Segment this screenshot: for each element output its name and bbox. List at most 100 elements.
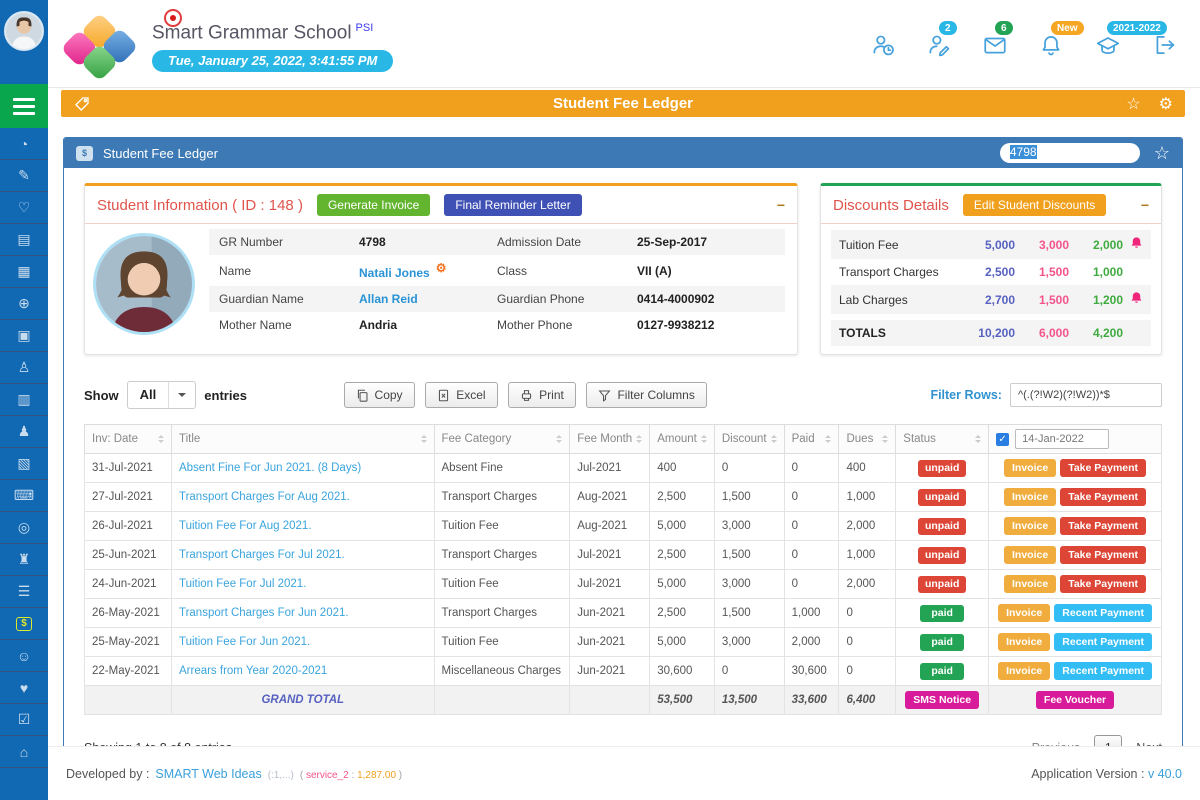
take-payment-button[interactable]: Take Payment [1060,488,1146,506]
user-avatar[interactable] [4,11,44,51]
sidebar-item-student-admission[interactable]: ✎ [0,160,48,192]
recent-payment-button[interactable]: Recent Payment [1054,604,1152,622]
take-payment-button[interactable]: Take Payment [1060,459,1146,477]
totals-net: 4,200 [1069,326,1123,340]
sidebar-item-alumni[interactable]: ⌂ [0,736,48,768]
take-payment-button[interactable]: Take Payment [1060,517,1146,535]
session-icon[interactable]: 2021-2022 [1094,32,1122,58]
sidebar-item-staff[interactable]: ♟ [0,416,48,448]
recent-payment-button[interactable]: Recent Payment [1054,662,1152,680]
sort-arrows-icon[interactable] [771,432,777,446]
fee-title-link[interactable]: Arrears from Year 2020-2021 [179,665,327,677]
invoice-button[interactable]: Invoice [1004,488,1056,506]
sidebar-item-gallery[interactable]: ▧ [0,448,48,480]
cell-amount: 400 [650,454,715,483]
page-size-select[interactable]: All [127,381,197,409]
sidebar-item-computer-lab[interactable]: ⌨ [0,480,48,512]
notifications-bell-icon[interactable]: New [1038,32,1064,58]
sort-arrows-icon[interactable] [975,432,981,446]
copy-button[interactable]: Copy [344,382,415,408]
sidebar-item-health-card[interactable]: ♥ [0,672,48,704]
column-header-status[interactable]: Status [896,425,989,454]
sidebar-item-dashboard[interactable]: ◔ [0,128,48,160]
student-info-grid: GR Number4798Admission Date25-Sep-2017Na… [209,229,785,338]
invoice-button[interactable]: Invoice [1004,575,1056,593]
developer-link[interactable]: SMART Web Ideas [155,767,261,781]
take-payment-button[interactable]: Take Payment [1060,546,1146,564]
fee-title-link[interactable]: Tuition Fee For Jul 2021. [179,578,306,590]
date-filter-checkbox[interactable]: ✓ [996,433,1009,446]
invoice-button[interactable]: Invoice [998,662,1050,680]
filter-columns-button[interactable]: Filter Columns [586,382,706,408]
sort-arrows-icon[interactable] [701,432,707,446]
column-header-dues[interactable]: Dues [839,425,896,454]
filter-rows-input[interactable] [1010,383,1162,407]
fee-title-link[interactable]: Tuition Fee For Aug 2021. [179,520,312,532]
sidebar-item-attendance[interactable]: ▥ [0,384,48,416]
logout-icon[interactable] [1152,32,1178,58]
fee-title-link[interactable]: Tuition Fee For Jun 2021. [179,636,310,648]
collapse-student-card-button[interactable]: − [777,197,785,213]
column-header-inv-date[interactable]: Inv: Date [85,425,172,454]
sort-arrows-icon[interactable] [556,432,562,446]
column-header-paid[interactable]: Paid [784,425,839,454]
sidebar-item-website[interactable]: ⊕ [0,288,48,320]
settings-gears-icon[interactable]: ⚙ [1159,94,1173,114]
favorite-star-icon[interactable]: ☆ [1126,94,1140,114]
invoice-button[interactable]: Invoice [1004,546,1056,564]
column-header-amount[interactable]: Amount [650,425,715,454]
enquiry-icon[interactable]: 2 [926,32,952,58]
visitor-log-icon[interactable] [870,32,896,58]
invoice-button[interactable]: Invoice [1004,459,1056,477]
sort-arrows-icon[interactable] [158,432,164,446]
invoice-button[interactable]: Invoice [998,633,1050,651]
take-payment-button[interactable]: Take Payment [1060,575,1146,593]
sidebar-item-tasks[interactable]: ☑ [0,704,48,736]
generate-invoice-button[interactable]: Generate Invoice [317,194,430,216]
collapse-discounts-card-button[interactable]: − [1141,197,1149,213]
sidebar-item-accounts[interactable]: ◎ [0,512,48,544]
sort-arrows-icon[interactable] [882,432,888,446]
sms-notice-button[interactable]: SMS Notice [905,691,979,709]
discount-bell-icon[interactable] [1123,291,1143,308]
student-search-input[interactable]: 4798 [1000,143,1140,163]
fee-title-link[interactable]: Transport Charges For Jul 2021. [179,549,345,561]
sidebar-item-library[interactable]: ☰ [0,576,48,608]
fee-title-link[interactable]: Transport Charges For Aug 2021. [179,491,350,503]
column-header-fee-category[interactable]: Fee Category [434,425,570,454]
date-filter-input[interactable] [1015,429,1109,449]
fee-title-link[interactable]: Transport Charges For Jun 2021. [179,607,349,619]
header-icons: 2 6 New 2021-2022 [870,32,1178,58]
field-value[interactable]: Allan Reid [359,292,497,306]
menu-toggle-button[interactable] [0,84,48,128]
sidebar-item-campus[interactable]: ♜ [0,544,48,576]
sort-arrows-icon[interactable] [825,432,831,446]
discount-bell-icon[interactable] [1123,236,1143,253]
sidebar-item-support[interactable]: ☺ [0,640,48,672]
field-value[interactable]: Natali Jones⚙ [359,261,497,280]
final-reminder-button[interactable]: Final Reminder Letter [444,194,581,216]
edit-discounts-button[interactable]: Edit Student Discounts [963,194,1106,216]
panel-star-icon[interactable]: ☆ [1154,143,1170,164]
print-button[interactable]: Print [508,382,576,408]
invoice-button[interactable]: Invoice [1004,517,1056,535]
column-header-title[interactable]: Title [171,425,434,454]
sidebar-item-fee-ledger[interactable]: $ [0,608,48,640]
messages-icon[interactable]: 6 [982,32,1008,58]
fee-voucher-button[interactable]: Fee Voucher [1036,691,1114,709]
sidebar-item-health[interactable]: ♡ [0,192,48,224]
sort-arrows-icon[interactable] [636,432,642,446]
sidebar-item-fee-collection[interactable]: ▤ [0,224,48,256]
recent-payment-button[interactable]: Recent Payment [1054,633,1152,651]
sort-arrows-icon[interactable] [421,432,427,446]
student-settings-gear-icon[interactable]: ⚙ [436,261,447,275]
column-header-discount[interactable]: Discount [714,425,784,454]
sidebar-item-id-cards[interactable]: ▦ [0,256,48,288]
excel-button[interactable]: Excel [425,382,497,408]
sidebar-item-students[interactable]: ♙ [0,352,48,384]
sidebar-item-exams[interactable]: ▣ [0,320,48,352]
fee-title-link[interactable]: Absent Fine For Jun 2021. (8 Days) [179,462,361,474]
field-label: GR Number [219,235,359,249]
column-header-fee-month[interactable]: Fee Month [570,425,650,454]
invoice-button[interactable]: Invoice [998,604,1050,622]
